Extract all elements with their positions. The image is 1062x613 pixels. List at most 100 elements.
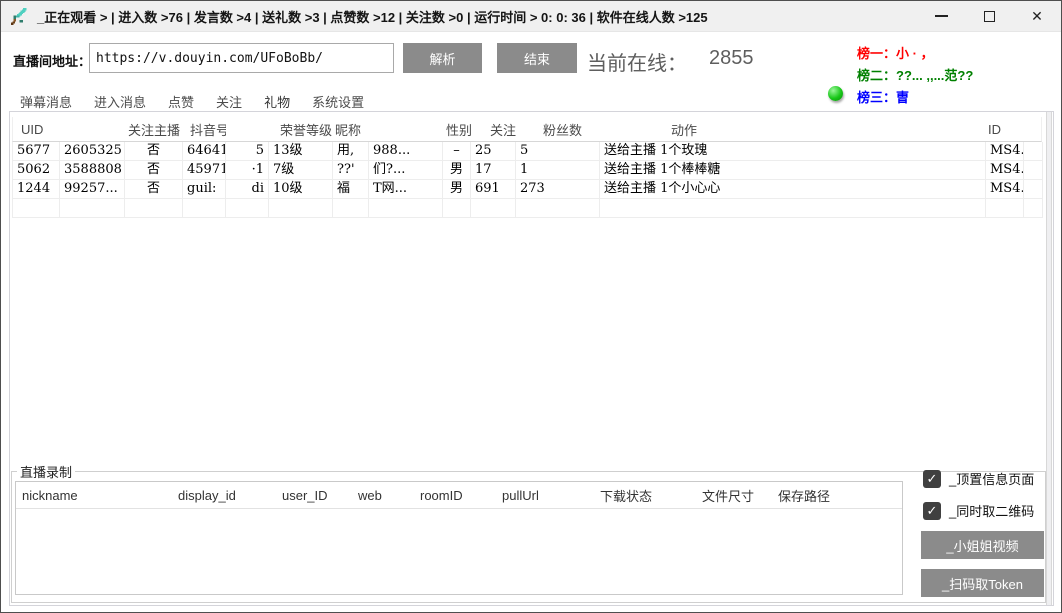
gift-cell: 否 [125, 180, 183, 199]
gift-cell [1024, 161, 1043, 180]
gift-cell: ??' [333, 161, 369, 180]
gift-cell: 否 [125, 142, 183, 161]
close-button[interactable]: ✕ [1013, 1, 1061, 31]
gift-cell: 99257... [60, 180, 125, 199]
recording-column-header[interactable]: 文件尺寸 [696, 486, 772, 505]
green-status-icon [828, 86, 843, 101]
scrollbar[interactable] [1046, 112, 1052, 605]
gift-table-header: UID 关注主播抖音号 荣誉等级昵称 性别关注数粉丝数动作ID [12, 117, 1042, 142]
gift-cell [986, 199, 1024, 218]
window-title: _正在观看 > | 进入数 >76 | 发言数 >4 | 送礼数 >3 | 点赞… [37, 7, 708, 26]
gift-column-header[interactable]: 性别 [443, 120, 471, 139]
gift-cell: 273 [516, 180, 600, 199]
recording-column-header[interactable]: 保存路径 [772, 486, 902, 505]
gift-table-body: 56772605325否64641513级用,988...–255送给主播 1个… [12, 142, 1042, 218]
gift-cell [226, 199, 269, 218]
gift-cell: 送给主播 1个小心心 [600, 180, 986, 199]
window-controls: ✕ [917, 1, 1061, 31]
gift-column-header[interactable]: 关注主播 [125, 120, 183, 139]
recording-column-header[interactable]: web [352, 488, 414, 503]
gift-cell: 男 [443, 180, 471, 199]
girl-video-button[interactable]: _小姐姐视频 [921, 531, 1044, 559]
gift-cell: 25 [471, 142, 516, 161]
scan-token-button[interactable]: _扫码取Token [921, 569, 1044, 597]
pin-info-checkbox[interactable]: ✓ _顶置信息页面 [923, 469, 1034, 488]
gift-column-header[interactable]: 动作 [600, 120, 986, 139]
maximize-button[interactable] [965, 1, 1013, 31]
gift-cell: 45971 [183, 161, 226, 180]
room-address-input[interactable] [89, 43, 394, 73]
recording-column-header[interactable]: nickname [16, 488, 172, 503]
gift-cell: 用, [333, 142, 369, 161]
table-row[interactable]: 50623588808否45971·17级??'们?...男171送给主播 1个… [12, 161, 1042, 180]
gift-cell: MS4... [986, 180, 1024, 199]
table-row[interactable]: 56772605325否64641513级用,988...–255送给主播 1个… [12, 142, 1042, 161]
gift-column-header[interactable]: 粉丝数 [516, 120, 600, 139]
minimize-icon [935, 15, 948, 17]
gift-cell: 否 [125, 161, 183, 180]
maximize-icon [984, 11, 995, 22]
gift-column-header[interactable]: ID [986, 122, 1024, 137]
gift-table: UID 关注主播抖音号 荣誉等级昵称 性别关注数粉丝数动作ID 56772605325… [12, 117, 1042, 218]
checkbox-checked-icon: ✓ [923, 502, 941, 520]
recording-column-header[interactable]: 下载状态 [594, 486, 696, 505]
rank-2-name: ??... ,,...范?? [896, 68, 973, 83]
gift-column-header[interactable]: UID [13, 122, 60, 137]
recording-column-header[interactable]: display_id [172, 488, 276, 503]
gift-cell: T网... [369, 180, 443, 199]
end-button[interactable]: 结束 [497, 43, 577, 73]
recording-group-label: 直播录制 [17, 462, 75, 481]
gift-cell: – [443, 142, 471, 161]
gift-cell: 5677 [13, 142, 60, 161]
gift-cell [516, 199, 600, 218]
gift-cell: 5 [516, 142, 600, 161]
rank-1: 榜一：小 · ， [857, 43, 934, 62]
current-online: 当前在线： 2855 [587, 47, 754, 76]
gift-cell: 64641 [183, 142, 226, 161]
recording-table-header: nicknamedisplay_iduser_IDwebroomIDpullUr… [16, 482, 902, 509]
gift-cell: 3588808 [60, 161, 125, 180]
recording-column-header[interactable]: pullUrl [496, 488, 594, 503]
gift-cell: 2605325 [60, 142, 125, 161]
parse-button[interactable]: 解析 [403, 43, 482, 73]
gift-column-header[interactable]: 昵称 [333, 120, 369, 139]
gift-cell: 5 [226, 142, 269, 161]
gift-column-header[interactable]: 荣誉等级 [269, 120, 333, 139]
current-online-count: 2855 [709, 47, 754, 76]
gift-cell: 男 [443, 161, 471, 180]
table-row[interactable]: 124499257...否guil:di10级福T网...男691273送给主播… [12, 180, 1042, 199]
gift-cell: 们?... [369, 161, 443, 180]
gift-cell: 送给主播 1个玫瑰 [600, 142, 986, 161]
gift-cell [369, 199, 443, 218]
gift-cell: guil: [183, 180, 226, 199]
gift-cell: 17 [471, 161, 516, 180]
qr-code-checkbox[interactable]: ✓ _同时取二维码 [923, 501, 1034, 520]
recording-column-header[interactable]: user_ID [276, 488, 352, 503]
title-bar: _正在观看 > | 进入数 >76 | 发言数 >4 | 送礼数 >3 | 点赞… [1, 1, 1061, 32]
rank-1-label: 榜一： [857, 46, 896, 61]
gift-cell [471, 199, 516, 218]
rank-3-name: 曺 [896, 90, 909, 105]
gift-column-header[interactable]: 关注数 [471, 120, 516, 139]
gift-cell: di [226, 180, 269, 199]
gift-cell: 1 [516, 161, 600, 180]
gift-cell: 988... [369, 142, 443, 161]
gift-cell: 送给主播 1个棒棒糖 [600, 161, 986, 180]
gift-cell: 13级 [269, 142, 333, 161]
gift-cell [443, 199, 471, 218]
gift-cell [1024, 142, 1043, 161]
close-icon: ✕ [1031, 9, 1043, 23]
gift-cell [13, 199, 60, 218]
pin-info-label: _顶置信息页面 [949, 469, 1034, 488]
gift-cell [269, 199, 333, 218]
gift-cell: MS4... [986, 161, 1024, 180]
gift-cell [600, 199, 986, 218]
gift-column-header[interactable]: 抖音号 [183, 120, 226, 139]
minimize-button[interactable] [917, 1, 965, 31]
gift-cell: 1244 [13, 180, 60, 199]
gift-cell [1024, 199, 1043, 218]
recording-column-header[interactable]: roomID [414, 488, 496, 503]
room-address-label: 直播间地址： [13, 51, 91, 70]
gift-cell [183, 199, 226, 218]
gift-cell [125, 199, 183, 218]
